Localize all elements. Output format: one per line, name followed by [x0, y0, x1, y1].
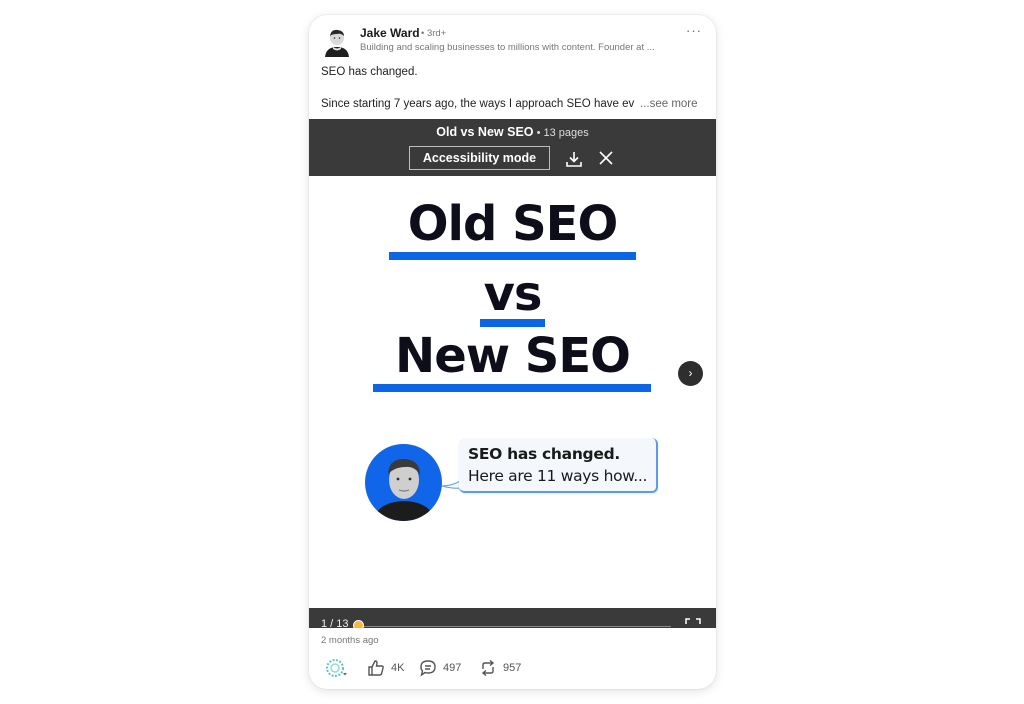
page-count-label: 13 pages — [543, 127, 589, 139]
document-name: Old vs New SEO — [436, 125, 534, 139]
more-options-icon[interactable]: ··· — [686, 23, 702, 38]
download-icon[interactable] — [565, 150, 583, 168]
like-button[interactable]: 4K — [367, 657, 404, 679]
comment-count: 497 — [443, 662, 462, 674]
fullscreen-icon[interactable] — [685, 618, 701, 628]
accessibility-mode-button[interactable]: Accessibility mode — [409, 146, 550, 170]
author-headline: Building and scaling businesses to milli… — [360, 42, 655, 53]
like-count: 4K — [391, 662, 405, 674]
post-header: Jake Ward • 3rd+ Building and scaling bu… — [309, 15, 716, 65]
slide-title-vs: vs — [483, 266, 543, 322]
post-text-line2: Since starting 7 years ago, the ways I a… — [321, 98, 635, 110]
slide-author-photo — [365, 444, 442, 521]
post-card: Jake Ward • 3rd+ Building and scaling bu… — [309, 15, 716, 689]
reaction-picker-icon — [326, 659, 347, 677]
bubble-subtext: Here are 11 ways how... — [468, 467, 648, 485]
progress-track[interactable] — [359, 626, 671, 627]
thumbs-up-icon — [368, 660, 384, 676]
slide-title-old-seo: Old SEO — [407, 196, 619, 252]
document-slide[interactable]: Old SEO vs New SEO › SEO has changed. He… — [309, 176, 716, 608]
post-timestamp: 2 months ago — [321, 635, 379, 646]
reaction-picker-button[interactable] — [325, 657, 355, 679]
underline-old-seo — [389, 252, 636, 260]
bubble-heading: SEO has changed. — [468, 445, 620, 463]
slide-title-new-seo: New SEO — [395, 328, 631, 384]
post-text-line1: SEO has changed. — [321, 66, 418, 78]
repost-button[interactable]: 957 — [479, 657, 521, 679]
document-progress-bar: 1 / 13 — [309, 608, 716, 628]
social-actions: 4K 497 957 — [309, 657, 716, 681]
author-name[interactable]: Jake Ward — [360, 26, 420, 40]
underline-vs — [480, 319, 545, 327]
connection-degree: • 3rd+ — [421, 28, 447, 39]
document-title: Old vs New SEO • 13 pages — [309, 125, 716, 139]
progress-thumb[interactable] — [353, 620, 364, 628]
page-indicator: 1 / 13 — [321, 618, 349, 628]
comment-button[interactable]: 497 — [419, 657, 461, 679]
underline-new-seo — [373, 384, 651, 392]
next-slide-button[interactable]: › — [678, 361, 703, 386]
document-toolbar: Old vs New SEO • 13 pages Accessibility … — [309, 119, 716, 176]
title-separator: • — [533, 127, 544, 139]
close-icon[interactable] — [598, 150, 614, 166]
repost-icon — [481, 659, 495, 677]
see-more-link[interactable]: ...see more — [640, 98, 698, 110]
comment-icon — [420, 660, 436, 677]
repost-count: 957 — [503, 662, 522, 674]
author-avatar[interactable] — [323, 27, 351, 57]
speech-bubble: SEO has changed. Here are 11 ways how... — [459, 438, 658, 493]
